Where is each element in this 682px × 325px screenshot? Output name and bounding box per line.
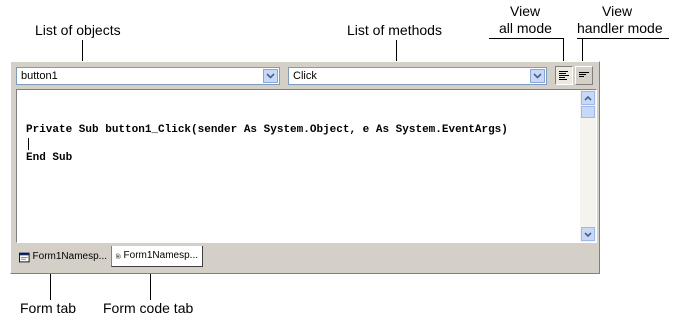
view-handler-mode-button[interactable]: [575, 66, 593, 85]
code-line-end-sub: End Sub: [26, 152, 73, 164]
objects-dropdown-value: button1: [21, 70, 58, 82]
chevron-down-icon: [584, 231, 592, 237]
code-file-icon: [116, 253, 121, 259]
tab-form-code-label: Form1Namesp...: [123, 250, 198, 261]
callout-line-view-handler-h: [577, 38, 669, 39]
methods-dropdown[interactable]: Click: [288, 67, 547, 85]
chevron-up-icon: [584, 95, 592, 101]
tab-form-design[interactable]: Form1Namesp...: [15, 247, 111, 267]
callout-view-handler-mode-line1: View: [602, 3, 633, 19]
callout-form-tab: Form tab: [20, 300, 77, 316]
vertical-scrollbar[interactable]: [580, 90, 596, 242]
methods-dropdown-value: Click: [293, 70, 317, 82]
code-line-sub-declaration: Private Sub button1_Click(sender As Syst…: [26, 124, 508, 136]
procedure-view-icon: [578, 72, 589, 77]
callout-list-of-objects: List of objects: [35, 22, 121, 38]
tab-form-code[interactable]: Form1Namesp...: [111, 246, 203, 267]
document-tabs: Form1Namesp... Form1Namesp...: [11, 244, 599, 270]
callout-form-code-tab: Form code tab: [103, 300, 194, 316]
tab-form-design-label: Form1Namesp...: [32, 251, 107, 262]
callout-list-of-methods: List of methods: [347, 22, 442, 38]
chevron-down-icon[interactable]: [263, 69, 278, 83]
code-editor[interactable]: Private Sub button1_Click(sender As Syst…: [16, 89, 597, 243]
callout-line-view-all-h: [489, 38, 564, 39]
callout-view-all-mode-line1: View: [510, 3, 541, 19]
form-design-icon: [19, 252, 30, 262]
callout-view-handler-mode-line2: handler mode: [577, 20, 663, 36]
scroll-up-button[interactable]: [581, 91, 595, 105]
text-caret: [28, 138, 29, 150]
scroll-down-button[interactable]: [581, 227, 595, 241]
callout-view-all-mode-line2: all mode: [499, 20, 552, 36]
view-all-mode-button[interactable]: [555, 66, 573, 85]
objects-dropdown[interactable]: button1: [16, 67, 280, 85]
chevron-down-icon[interactable]: [530, 69, 545, 83]
full-module-view-icon: [558, 71, 569, 80]
code-editor-window: button1 Click Private Sub button1_Click(…: [10, 61, 600, 274]
scrollbar-thumb[interactable]: [581, 106, 595, 118]
